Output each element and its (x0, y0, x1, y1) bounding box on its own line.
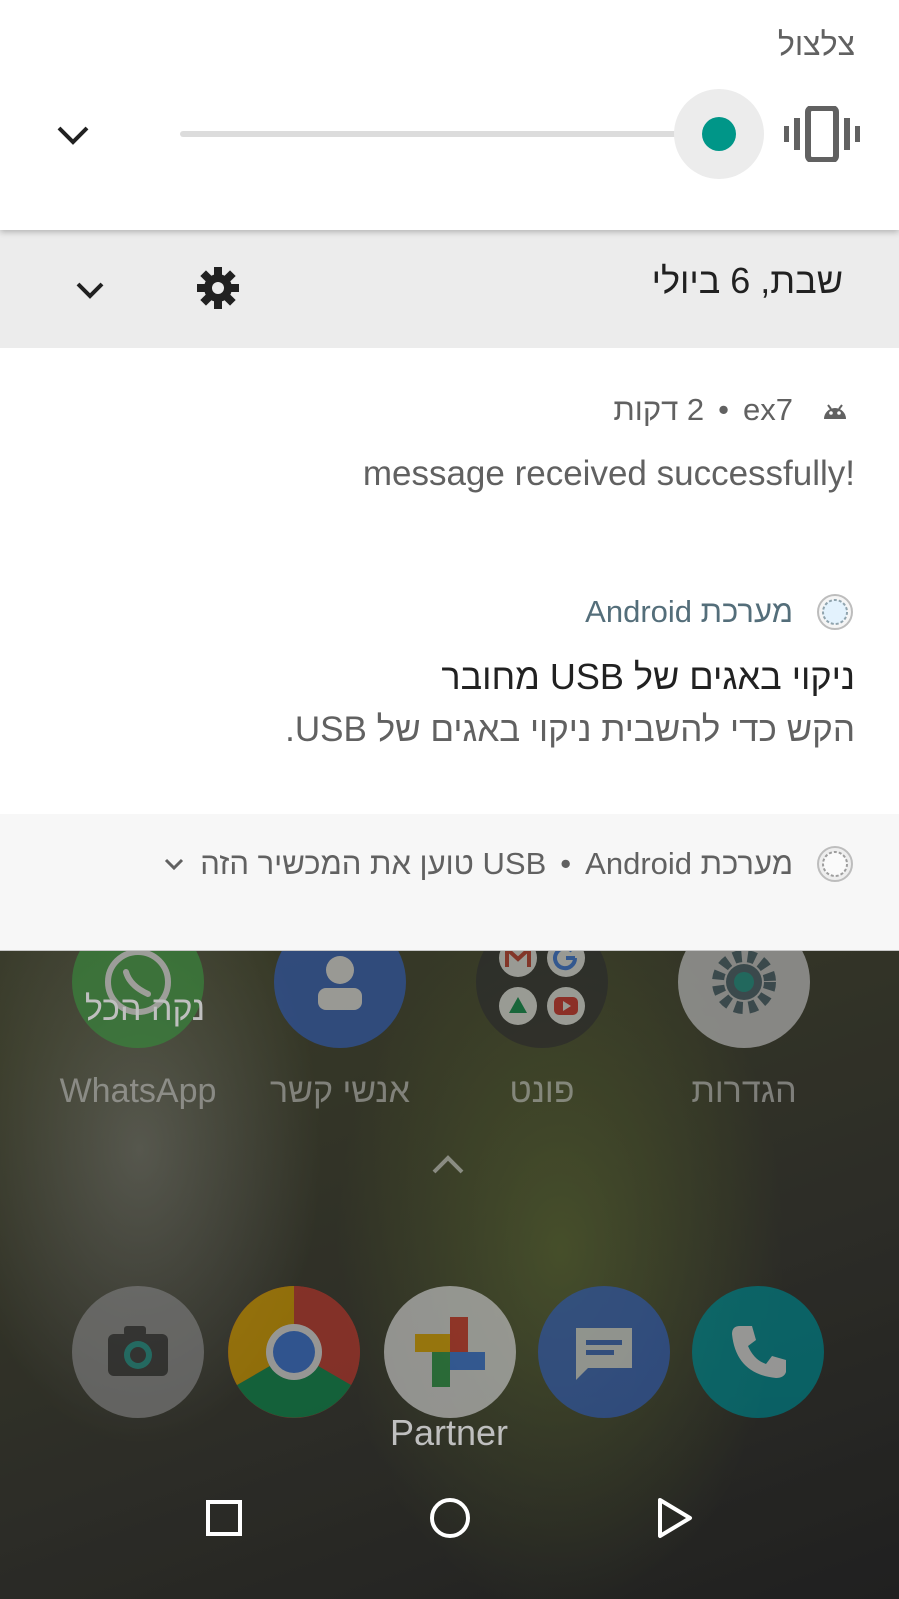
notification-shade-header: שבת, 6 ביולי (0, 230, 899, 348)
notification-ex7[interactable]: ex7 • 2 דקות message received successful… (0, 348, 899, 557)
circle-icon (430, 1498, 470, 1538)
android-system-icon (815, 592, 855, 632)
notification-usb-charging[interactable]: מערכת Android • USB טוען את המכשיר הזה (0, 814, 899, 951)
notification-header: מערכת Android • USB טוען את המכשיר הזה (160, 844, 855, 884)
volume-stream-title: צלצול (777, 26, 855, 62)
shade-date: שבת, 6 ביולי (651, 260, 843, 301)
notification-usb-debugging[interactable]: מערכת Android ניקוי באגים של USB מחובר ה… (0, 556, 899, 815)
notification-separator: • (560, 846, 572, 881)
volume-slider-track[interactable] (180, 131, 720, 137)
notification-text: message received successfully! (362, 454, 855, 493)
notification-separator: • (718, 392, 730, 427)
notification-app-name: מערכת Android (585, 594, 793, 629)
chevron-down-icon[interactable] (160, 850, 188, 878)
triangle-icon (658, 1498, 692, 1538)
back-button[interactable] (644, 1488, 704, 1548)
android-icon (815, 390, 855, 430)
android-system-icon (815, 844, 855, 884)
vibrate-icon[interactable] (784, 106, 860, 162)
square-icon (206, 1500, 242, 1536)
volume-collapse-button[interactable] (50, 112, 96, 158)
gear-icon[interactable] (194, 264, 242, 312)
notification-app-name: ex7 (743, 392, 793, 427)
notification-summary: USB טוען את המכשיר הזה (200, 846, 547, 881)
chevron-down-icon[interactable] (70, 270, 110, 310)
notification-time: 2 דקות (613, 392, 705, 427)
notification-header: מערכת Android (585, 592, 855, 632)
notification-title: ניקוי באגים של USB מחובר (441, 656, 855, 697)
recents-button[interactable] (194, 1488, 254, 1548)
home-button[interactable] (420, 1488, 480, 1548)
notification-header: ex7 • 2 דקות (613, 390, 855, 430)
chevron-down-icon (57, 126, 89, 145)
volume-slider-thumb[interactable] (702, 117, 736, 151)
notification-app-name: מערכת Android (585, 846, 793, 881)
navigation-bar (0, 1470, 899, 1570)
notification-text: הקש כדי להשבית ניקוי באגים של USB. (285, 710, 855, 749)
volume-panel: צלצול (0, 0, 899, 230)
